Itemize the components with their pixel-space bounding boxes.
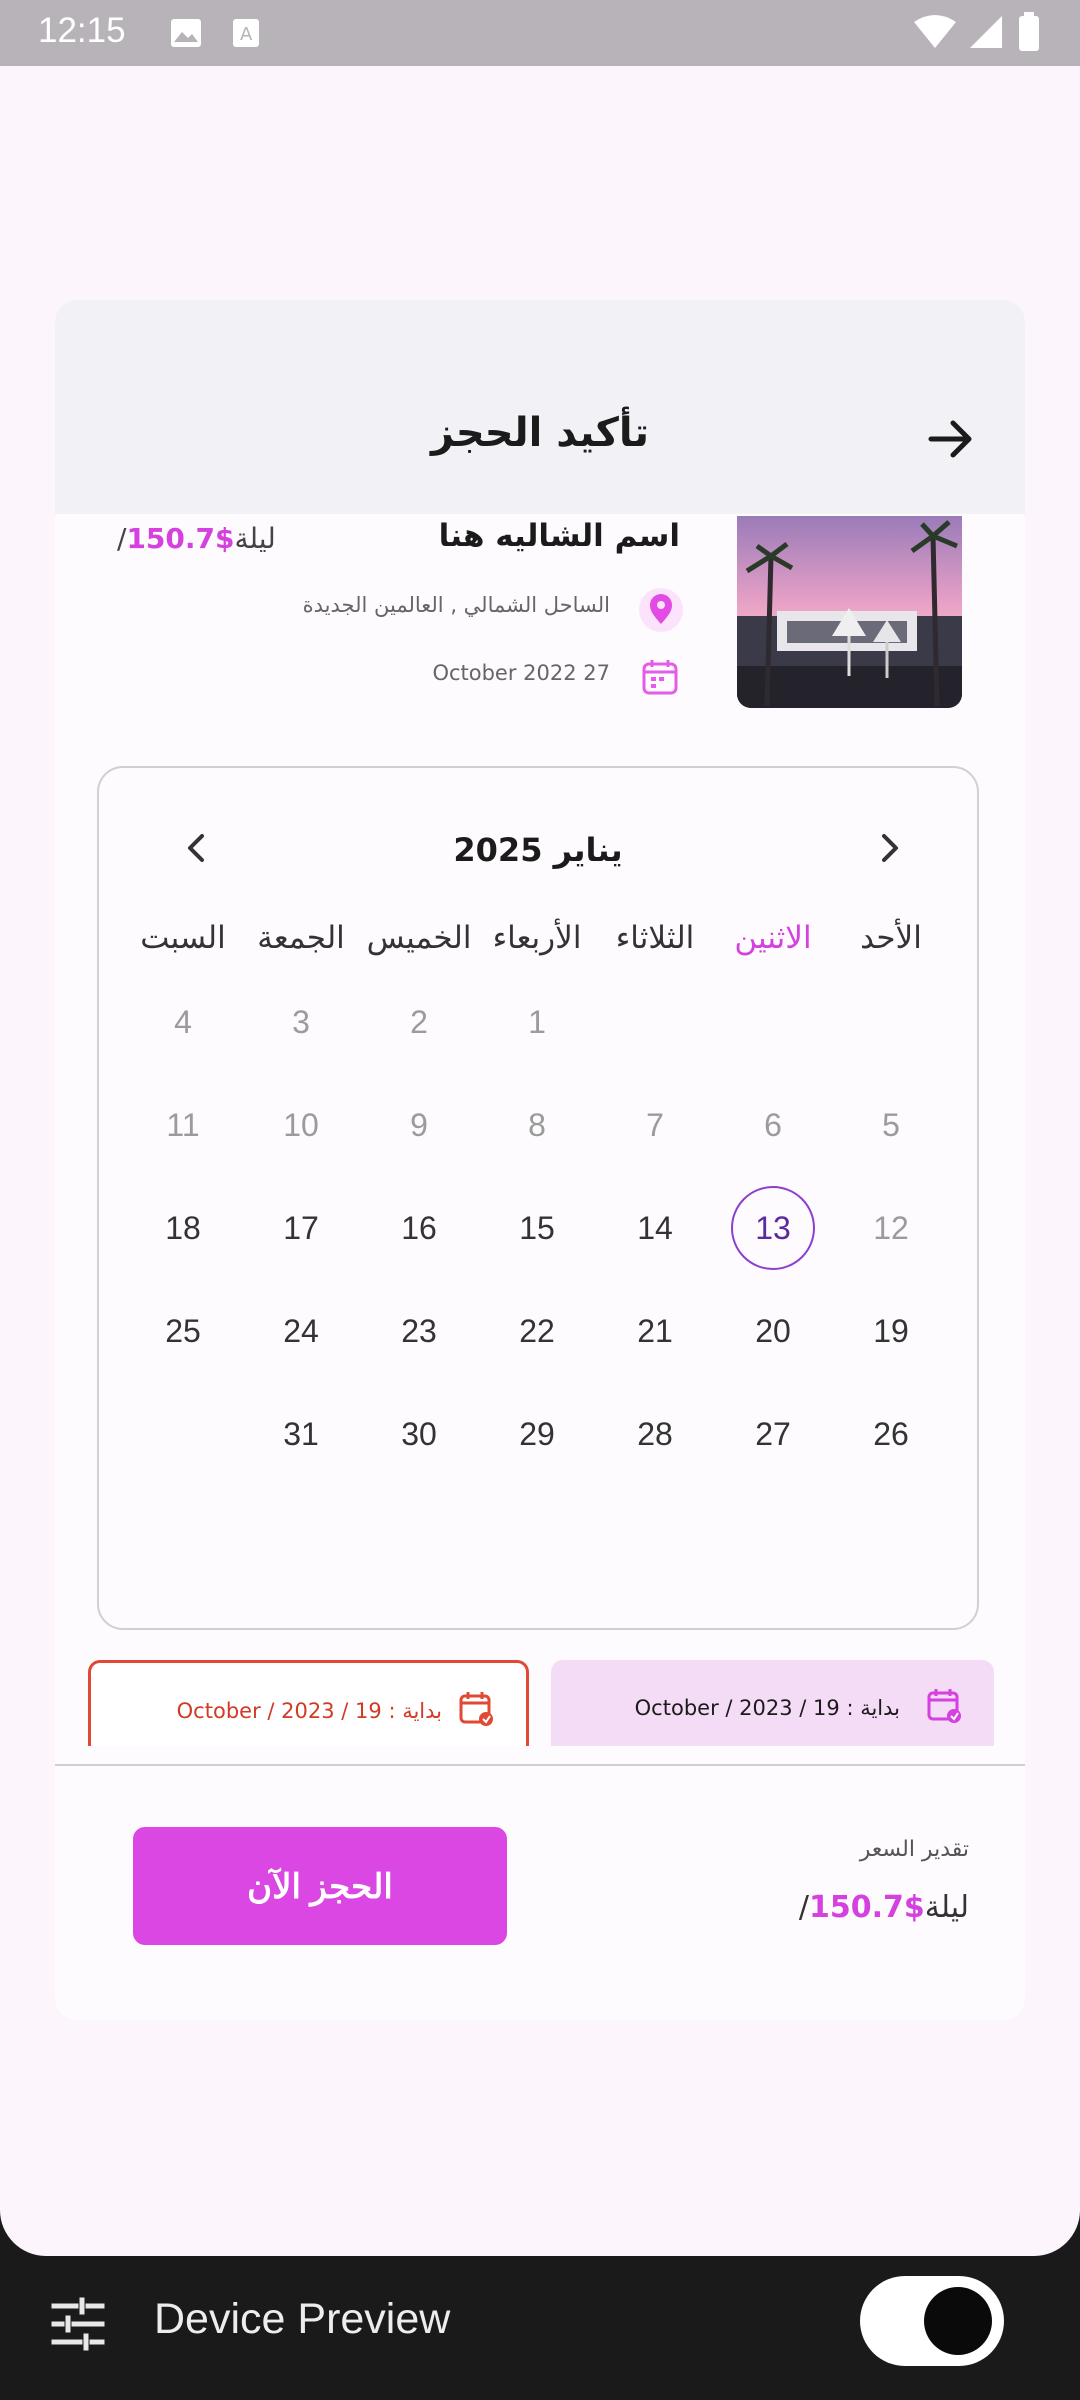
- calendar-day[interactable]: 24: [259, 1289, 343, 1373]
- device-preview-label: Device Preview: [154, 2295, 451, 2343]
- calendar-day[interactable]: 18: [141, 1186, 225, 1270]
- calendar: يناير 2025 الأحد الاثنين الثلاثاء الأربعاء ا…: [97, 766, 979, 1630]
- arrow-right-icon[interactable]: [923, 412, 977, 466]
- sliders-icon[interactable]: [50, 2296, 106, 2352]
- status-bar: 12:15 A: [0, 0, 1080, 66]
- calendar-day[interactable]: 31: [259, 1392, 343, 1476]
- calendar-day[interactable]: 21: [613, 1289, 697, 1373]
- weekday-label: الجمعة: [257, 920, 345, 956]
- calendar-day[interactable]: 9: [377, 1083, 461, 1167]
- chalet-name: اسم الشاليه هنا: [438, 518, 680, 554]
- end-date-box[interactable]: بداية : 19 / 2023 / October: [88, 1660, 529, 1746]
- calendar-day[interactable]: 16: [377, 1186, 461, 1270]
- chalet-price: /ليلة$150.7: [117, 522, 276, 555]
- divider: [55, 1764, 1025, 1766]
- weekday-label: الثلاثاء: [615, 920, 695, 956]
- start-date-box[interactable]: بداية : 19 / 2023 / October: [551, 1660, 994, 1746]
- page-title: تأكيد الحجز: [431, 410, 649, 456]
- calendar-edit-icon: [927, 1689, 961, 1723]
- calendar-day[interactable]: 12: [849, 1186, 933, 1270]
- location-pin-icon: [639, 588, 683, 632]
- calendar-day[interactable]: 10: [259, 1083, 343, 1167]
- calendar-day[interactable]: 14: [613, 1186, 697, 1270]
- weekday-label: الأربعاء: [492, 920, 582, 956]
- end-date-label: بداية : 19 / 2023 / October: [176, 1699, 442, 1723]
- calendar-day[interactable]: 26: [849, 1392, 933, 1476]
- calendar-day[interactable]: 17: [259, 1186, 343, 1270]
- calendar-day[interactable]: 22: [495, 1289, 579, 1373]
- calendar-day[interactable]: 5: [849, 1083, 933, 1167]
- price-estimate-label: تقدير السعر: [859, 1837, 969, 1862]
- chalet-image: [737, 516, 962, 708]
- booking-card: تأكيد الحجز اسم الشاليه هنا /ليلة$150.7 …: [55, 300, 1025, 2020]
- calendar-month: يناير 2025: [453, 831, 623, 869]
- weekday-label: الأحد: [860, 920, 922, 956]
- chalet-date: October 2022 27: [432, 661, 610, 685]
- chevron-right-icon[interactable]: [869, 828, 909, 868]
- weekday-label: السبت: [140, 920, 226, 956]
- text-notification-icon: A: [233, 19, 259, 47]
- calendar-day[interactable]: 25: [141, 1289, 225, 1373]
- calendar-day[interactable]: 15: [495, 1186, 579, 1270]
- calendar-day[interactable]: 8: [495, 1083, 579, 1167]
- wifi-icon: [914, 15, 956, 48]
- calendar-day[interactable]: 29: [495, 1392, 579, 1476]
- calendar-day[interactable]: 23: [377, 1289, 461, 1373]
- calendar-day[interactable]: 6: [731, 1083, 815, 1167]
- svg-text:A: A: [240, 24, 253, 45]
- calendar-day[interactable]: 28: [613, 1392, 697, 1476]
- weekday-label: الاثنين: [734, 920, 812, 956]
- calendar-edit-icon: [459, 1692, 493, 1726]
- chalet-location: الساحل الشمالي , العالمين الجديدة: [302, 593, 610, 617]
- status-time: 12:15: [38, 11, 126, 50]
- calendar-day[interactable]: 3: [259, 980, 343, 1064]
- calendar-day[interactable]: 2: [377, 980, 461, 1064]
- calendar-icon: [642, 660, 678, 695]
- weekday-label: الخميس: [366, 920, 472, 956]
- calendar-day[interactable]: 19: [849, 1289, 933, 1373]
- calendar-day[interactable]: 27: [731, 1392, 815, 1476]
- book-now-button[interactable]: الحجز الآن: [133, 1827, 507, 1945]
- battery-icon: [1019, 12, 1039, 51]
- start-date-label: بداية : 19 / 2023 / October: [634, 1696, 900, 1720]
- calendar-day-selected[interactable]: 13: [731, 1186, 815, 1270]
- card-header: تأكيد الحجز: [55, 300, 1025, 514]
- calendar-day[interactable]: 4: [141, 980, 225, 1064]
- calendar-day[interactable]: 1: [495, 980, 579, 1064]
- device-preview-toggle[interactable]: [860, 2276, 1004, 2366]
- calendar-day[interactable]: 20: [731, 1289, 815, 1373]
- gallery-icon: [171, 19, 201, 47]
- calendar-day[interactable]: 7: [613, 1083, 697, 1167]
- signal-icon: [970, 16, 1002, 48]
- price-amount: $150.7: [126, 522, 235, 555]
- calendar-day[interactable]: 11: [141, 1083, 225, 1167]
- calendar-day[interactable]: 30: [377, 1392, 461, 1476]
- price-estimate: /ليلة$150.7: [799, 1890, 969, 1925]
- app-screen: 12:15 A تأكيد الحجز اسم الشاليه هنا /ليل…: [0, 0, 1080, 2256]
- estimate-amount: $150.7: [809, 1890, 925, 1925]
- toggle-knob: [924, 2287, 992, 2355]
